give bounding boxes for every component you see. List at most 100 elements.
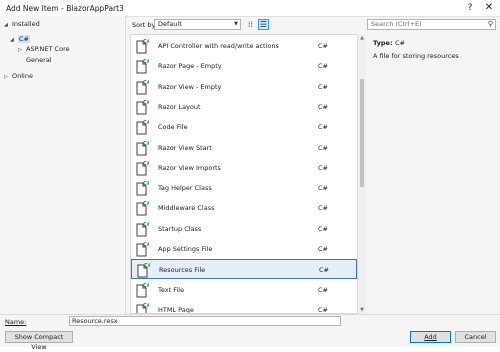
svg-text:C#: C# [143, 201, 149, 207]
template-name: HTML Page [158, 305, 194, 314]
collapsed-arrow-icon: ▷ [4, 74, 8, 80]
help-button[interactable]: ? [463, 2, 477, 14]
template-language: C# [318, 62, 328, 71]
template-language: C# [318, 143, 328, 152]
add-button[interactable]: Add [410, 331, 451, 343]
svg-text:C#: C# [143, 181, 149, 187]
tree-label: ASP.NET Core [26, 45, 70, 53]
resources-file-icon: C# [136, 262, 152, 278]
tree-node-installed[interactable]: ◢ Installed [4, 20, 40, 28]
category-tree: ◢ Installed ◢ C# ▷ ASP.NET Core General ▷ On… [0, 16, 126, 314]
template-row[interactable]: C# Razor Page - Empty C# [131, 56, 357, 76]
scroll-down-icon[interactable]: ▼ [358, 307, 366, 313]
razor-page-icon: C# [135, 58, 151, 74]
tree-node-general[interactable]: General [26, 56, 52, 64]
svg-text:C#: C# [143, 222, 149, 228]
search-icon: ⚲ [487, 20, 493, 28]
template-description: A file for storing resources [373, 52, 459, 60]
template-row[interactable]: C# Razor View Imports C# [131, 158, 357, 178]
expanded-arrow-icon: ◢ [4, 22, 8, 28]
template-language: C# [318, 102, 328, 111]
svg-text:C#: C# [143, 303, 149, 309]
api-controller-icon: C# [135, 38, 151, 54]
template-row[interactable]: C# HTML Page C# [131, 300, 357, 314]
template-name: Razor Layout [158, 102, 201, 111]
close-button[interactable]: ✕ [482, 2, 496, 14]
window-title: Add New Item - BlazorAppPart3 [6, 4, 124, 13]
svg-text:C#: C# [143, 283, 149, 289]
template-row[interactable]: C# API Controller with read/write actions… [131, 36, 357, 56]
template-row[interactable]: C# Resources File C# [131, 259, 357, 280]
add-button-label: Add [424, 333, 437, 341]
app-settings-icon: C# [135, 241, 151, 257]
template-language: C# [318, 42, 328, 50]
name-label: Name: [5, 318, 26, 326]
template-row[interactable]: C# App Settings File C# [131, 239, 357, 259]
template-language: C# [318, 82, 328, 91]
svg-text:C#: C# [143, 242, 149, 248]
template-name: Resources File [159, 266, 206, 275]
svg-text:C#: C# [143, 59, 149, 65]
template-language: C# [318, 184, 328, 193]
template-row[interactable]: C# Razor View Start C# [131, 138, 357, 158]
code-file-icon: C# [135, 119, 151, 135]
type-value: C# [395, 39, 405, 47]
template-language: C# [318, 305, 328, 314]
template-language: C# [318, 204, 328, 213]
template-row[interactable]: C# Middleware Class C# [131, 198, 357, 218]
svg-text:C#: C# [143, 39, 149, 45]
template-name: Razor View - Empty [158, 82, 222, 91]
text-file-icon: C# [135, 282, 151, 298]
scroll-up-icon[interactable]: ▲ [358, 35, 366, 41]
list-view-button[interactable]: ☰ [258, 19, 269, 30]
template-name: Startup Class [158, 224, 202, 233]
svg-text:C#: C# [143, 120, 149, 126]
template-language: C# [319, 266, 329, 275]
tree-node-aspnet-core[interactable]: ▷ ASP.NET Core [18, 45, 70, 53]
show-compact-view-button[interactable]: Show Compact View [5, 331, 73, 351]
svg-text:C#: C# [143, 141, 149, 147]
template-row[interactable]: C# Startup Class C# [131, 219, 357, 239]
template-row[interactable]: C# Razor View - Empty C# [131, 77, 357, 97]
razor-layout-icon: C# [135, 99, 151, 115]
cancel-button[interactable]: Cancel [455, 331, 496, 343]
template-name: App Settings File [158, 245, 213, 253]
template-name: Code File [158, 123, 188, 132]
grid-view-icon: ⁞⁞ [247, 20, 254, 29]
tree-label: General [26, 56, 52, 64]
template-row[interactable]: C# Tag Helper Class C# [131, 178, 357, 198]
html-page-icon: C# [135, 302, 151, 313]
razor-view-icon: C# [135, 79, 151, 95]
razor-view-start-icon: C# [135, 140, 151, 156]
tree-node-online[interactable]: ▷ Online [4, 72, 33, 80]
chevron-down-icon: ▼ [234, 21, 238, 27]
list-view-icon: ☰ [259, 20, 268, 29]
template-language: C# [318, 245, 328, 253]
template-row[interactable]: C# Text File C# [131, 280, 357, 300]
grid-view-button[interactable]: ⁞⁞ [245, 19, 256, 30]
search-input[interactable]: Search (Ctrl+E) ⚲ [367, 19, 496, 30]
scroll-thumb[interactable] [360, 79, 364, 187]
template-language: C# [318, 285, 328, 294]
razor-view-imports-icon: C# [135, 160, 151, 176]
tree-label: C# [18, 35, 30, 43]
type-label: Type: [373, 39, 393, 47]
tree-label: Installed [12, 20, 40, 28]
template-language: C# [318, 123, 328, 132]
template-row[interactable]: C# Code File C# [131, 117, 357, 137]
name-field[interactable]: Resource.resx [69, 316, 341, 326]
sort-by-dropdown[interactable]: Default ▼ [154, 19, 241, 30]
svg-text:C#: C# [143, 100, 149, 106]
svg-text:C#: C# [143, 161, 149, 167]
svg-text:C#: C# [144, 263, 150, 269]
template-name: Razor View Start [158, 143, 212, 152]
template-language: C# [318, 224, 328, 233]
template-language: C# [318, 163, 328, 172]
template-name: Razor Page - Empty [158, 62, 222, 71]
template-name: Text File [158, 285, 185, 294]
collapsed-arrow-icon: ▷ [18, 47, 22, 53]
template-row[interactable]: C# Razor Layout C# [131, 97, 357, 117]
template-list-scrollbar[interactable]: ▲ ▼ [358, 34, 366, 314]
startup-class-icon: C# [135, 221, 151, 237]
tree-node-csharp[interactable]: ◢ C# [10, 35, 30, 43]
